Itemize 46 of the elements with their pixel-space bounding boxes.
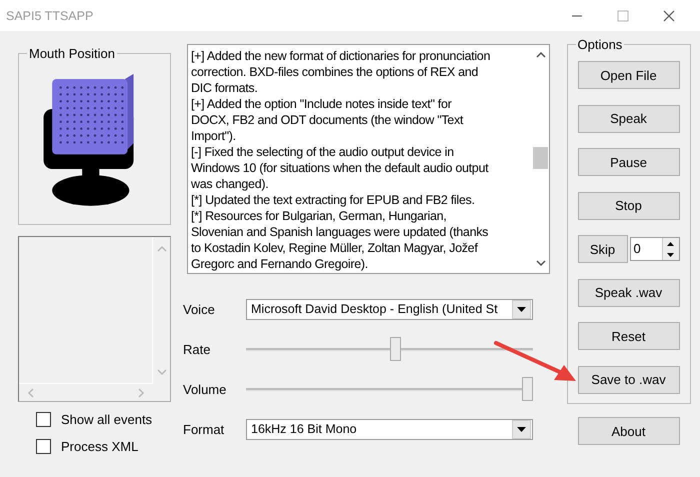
text-line: [*] Resources for Bulgarian, German, Hungarian,	[191, 208, 448, 224]
field-label: Voice	[183, 302, 216, 316]
text-line: Windows 10 (for situations when the default audio output	[191, 160, 490, 176]
text-line: DIC formats.	[191, 80, 259, 96]
skip-button[interactable]: Skip	[578, 235, 628, 263]
text-line: DOCX, FB2 and ODT documents (the window "Text	[191, 112, 464, 128]
slider-thumb[interactable]	[522, 377, 533, 401]
option-button[interactable]: Open File	[578, 61, 680, 89]
group-label: Options	[576, 37, 624, 52]
checkbox-label: Process XML	[61, 439, 138, 454]
window-title: SAPI5 TTSAPP	[6, 8, 94, 22]
text-line: correction. BXD-files combines the options of REX and	[191, 64, 480, 80]
skip-spinner[interactable]: 0	[630, 237, 680, 261]
checkbox-label: Show all events	[61, 412, 152, 427]
option-button[interactable]: Pause	[578, 148, 680, 176]
text-line: Slovenian and Spanish languages were updated (thanks	[191, 224, 490, 240]
text-line: [-] Fixed the selecting of the audio output device in	[191, 144, 455, 160]
dropdown-arrow-icon[interactable]	[517, 426, 526, 432]
field-label: Format	[183, 422, 226, 436]
option-button[interactable]: Reset	[578, 322, 680, 350]
text-line: Import").	[191, 128, 237, 144]
text-line: Gregorc and Fernando Gregoire).	[191, 256, 369, 272]
slider-thumb[interactable]	[390, 337, 401, 361]
option-button[interactable]: Speak	[578, 104, 680, 132]
text-line: [+] Added the option "Include notes inside text" for	[191, 96, 453, 112]
checkbox[interactable]	[36, 412, 51, 427]
group-label: Mouth Position	[27, 46, 117, 61]
scrollbar-thumb[interactable]	[533, 147, 548, 169]
option-button[interactable]: Stop	[578, 192, 680, 220]
text-line: [+] Added the new format of dictionaries for pronunciation	[191, 48, 492, 64]
close-icon[interactable]	[663, 10, 675, 22]
text-line: was changed).	[191, 176, 270, 192]
scroll-up-icon[interactable]	[536, 51, 546, 59]
dropdown[interactable]: Microsoft David Desktop - English (United St	[246, 298, 533, 320]
option-button[interactable]: Save to .wav	[578, 366, 680, 394]
field-label: Rate	[183, 342, 212, 356]
dropdown-arrow-icon[interactable]	[517, 306, 526, 312]
field-label: Volume	[183, 382, 228, 396]
text-area[interactable]	[187, 44, 550, 274]
about-button[interactable]: About	[578, 417, 680, 445]
dropdown[interactable]: 16kHz 16 Bit Mono	[246, 418, 533, 440]
scroll-down-icon[interactable]	[536, 259, 546, 267]
option-button[interactable]: Speak .wav	[578, 278, 680, 306]
text-line: [*] Updated the text extracting for EPUB and FB2 files.	[191, 192, 476, 208]
text-line: to Kostadin Kolev, Regine Müller, Zoltan Magyar, Jožef	[191, 240, 479, 256]
checkbox[interactable]	[36, 439, 51, 454]
